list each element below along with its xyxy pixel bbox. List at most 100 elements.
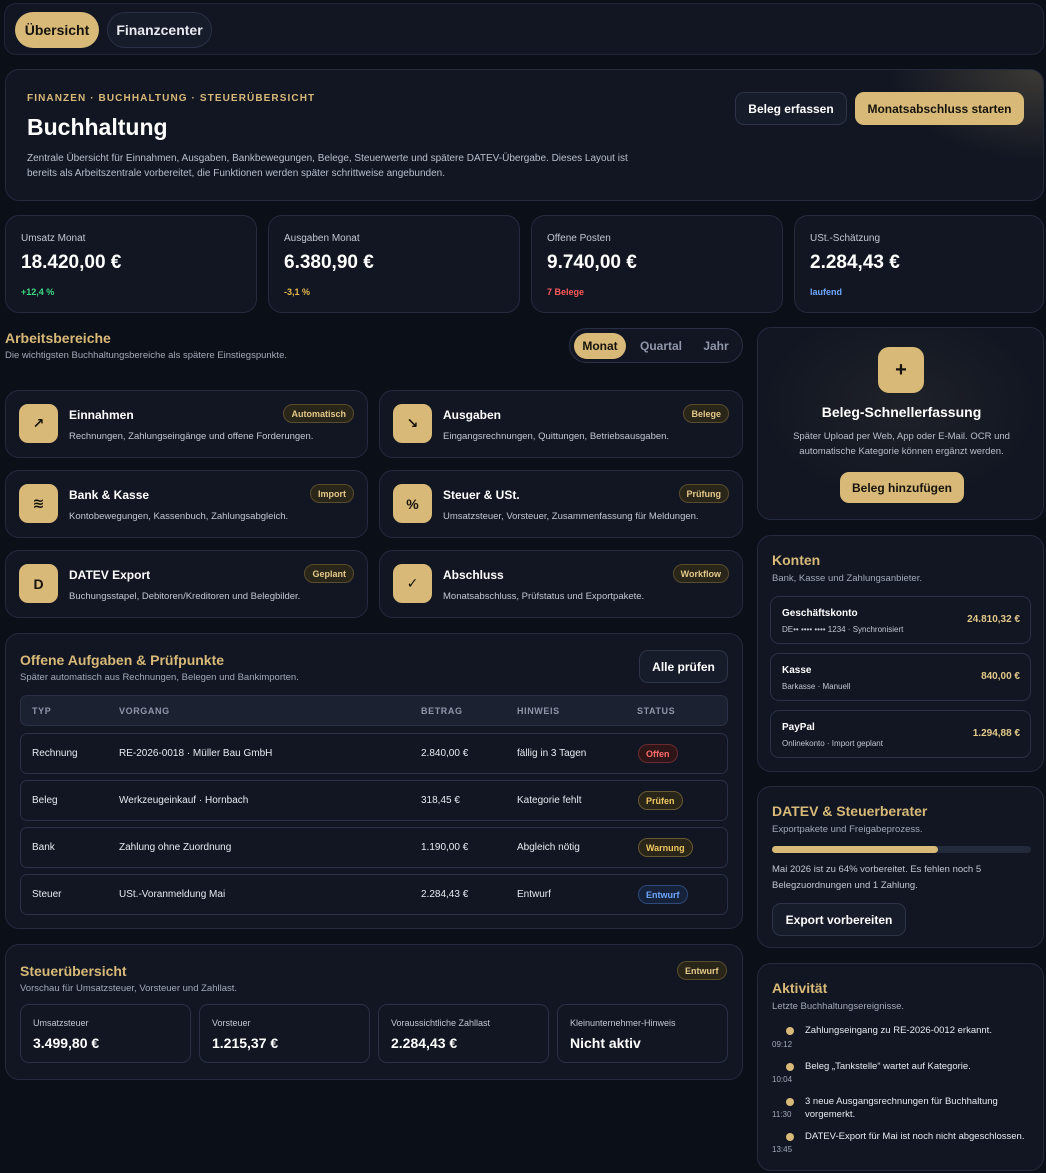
table-row[interactable]: Beleg Werkzeugeinkauf · Hornbach 318,45 … bbox=[20, 780, 728, 821]
kpi-label: Offene Posten bbox=[547, 233, 611, 244]
datev-icon: D bbox=[19, 564, 58, 603]
account-balance: 1.294,88 € bbox=[972, 728, 1020, 739]
area-description: Umsatzsteuer, Vorsteuer, Zusammenfassung… bbox=[443, 511, 699, 522]
status-badge: Warnung bbox=[638, 838, 693, 857]
column-header: HINWEIS bbox=[517, 706, 560, 716]
check-icon: ✓ bbox=[393, 564, 432, 603]
tax-value: 2.284,43 € bbox=[391, 1035, 458, 1051]
trend-down-icon: ↘ bbox=[393, 404, 432, 443]
timeline-dot-icon bbox=[786, 1098, 794, 1106]
tax-box-input-tax: Vorsteuer 1.215,37 € bbox=[199, 1004, 370, 1063]
area-card-income[interactable]: ↗ Einnahmen Rechnungen, Zahlungseingänge… bbox=[5, 390, 368, 458]
kpi-label: Umsatz Monat bbox=[21, 233, 86, 244]
area-card-closing[interactable]: ✓ Abschluss Monatsabschluss, Prüfstatus … bbox=[379, 550, 743, 618]
tab-uebersicht[interactable]: Übersicht bbox=[15, 12, 99, 48]
area-badge: Workflow bbox=[672, 564, 729, 583]
status-badge: Entwurf bbox=[638, 885, 688, 904]
table-row[interactable]: Rechnung RE-2026-0018 · Müller Bau GmbH … bbox=[20, 733, 728, 774]
hero-panel: FINANZEN · BUCHHALTUNG · STEUERÜBERSICHT… bbox=[5, 69, 1044, 201]
area-title: Ausgaben bbox=[443, 408, 502, 422]
datev-panel: DATEV & Steuerberater Exportpakete und F… bbox=[757, 786, 1044, 948]
cell-type: Bank bbox=[32, 842, 55, 853]
area-title: DATEV Export bbox=[69, 568, 151, 582]
cell-amount: 2.284,43 € bbox=[421, 889, 469, 900]
area-description: Monatsabschluss, Prüfstatus und Exportpa… bbox=[443, 591, 645, 602]
account-balance: 24.810,32 € bbox=[967, 614, 1020, 625]
activity-text: DATEV-Export für Mai ist noch nicht abge… bbox=[805, 1131, 1025, 1142]
cell-process: Zahlung ohne Zuordnung bbox=[119, 842, 232, 853]
add-receipt-button[interactable]: Beleg hinzufügen bbox=[840, 472, 964, 503]
area-badge: Belege bbox=[683, 404, 729, 423]
tax-box-small-business: Kleinunternehmer-Hinweis Nicht aktiv bbox=[557, 1004, 728, 1063]
area-card-datev[interactable]: D DATEV Export Buchungsstapel, Debitoren… bbox=[5, 550, 368, 618]
prepare-export-button[interactable]: Export vorbereiten bbox=[772, 903, 906, 936]
accounts-title: Konten bbox=[772, 552, 821, 568]
breadcrumb: FINANZEN · BUCHHALTUNG · STEUERÜBERSICHT bbox=[27, 93, 316, 104]
period-month[interactable]: Monat bbox=[574, 333, 626, 359]
account-name: PayPal bbox=[782, 722, 815, 733]
capture-receipt-button[interactable]: Beleg erfassen bbox=[735, 92, 847, 125]
period-switcher: Monat Quartal Jahr bbox=[569, 328, 743, 363]
area-title: Bank & Kasse bbox=[69, 488, 150, 502]
kpi-value: 2.284,43 € bbox=[810, 252, 900, 273]
area-card-bank[interactable]: ≋ Bank & Kasse Kontobewegungen, Kassenbu… bbox=[5, 470, 368, 538]
tasks-title: Offene Aufgaben & Prüfpunkte bbox=[20, 652, 225, 668]
account-meta: Onlinekonto · Import geplant bbox=[782, 739, 883, 748]
activity-subtitle: Letzte Buchhaltungsereignisse. bbox=[772, 1001, 905, 1012]
account-item-business[interactable]: Geschäftskonto DE•• •••• •••• 1234 · Syn… bbox=[770, 596, 1031, 644]
kpi-card-vat-estimate: USt.-Schätzung 2.284,43 € laufend bbox=[794, 215, 1044, 313]
area-card-tax[interactable]: % Steuer & USt. Umsatzsteuer, Vorsteuer,… bbox=[379, 470, 743, 538]
area-title: Abschluss bbox=[443, 568, 504, 582]
column-header: STATUS bbox=[637, 706, 676, 716]
tax-label: Kleinunternehmer-Hinweis bbox=[570, 1018, 676, 1028]
quick-capture-description: Später Upload per Web, App oder E-Mail. … bbox=[793, 431, 1010, 457]
top-tab-bar: Übersicht Finanzcenter bbox=[4, 3, 1044, 55]
datev-title: DATEV & Steuerberater bbox=[772, 803, 928, 819]
timeline-dot-icon bbox=[786, 1133, 794, 1141]
page-title: Buchhaltung bbox=[27, 114, 168, 140]
kpi-change: 7 Belege bbox=[547, 287, 585, 297]
kpi-change: +12,4 % bbox=[21, 287, 55, 297]
area-card-expenses[interactable]: ↘ Ausgaben Eingangsrechnungen, Quittunge… bbox=[379, 390, 743, 458]
tax-value: 3.499,80 € bbox=[33, 1035, 100, 1051]
tab-finanzcenter[interactable]: Finanzcenter bbox=[107, 12, 212, 48]
account-name: Kasse bbox=[782, 665, 812, 676]
table-header: TYP VORGANG BETRAG HINWEIS STATUS bbox=[20, 695, 728, 726]
tax-panel: Steuerübersicht Vorschau für Umsatzsteue… bbox=[5, 944, 743, 1080]
accounts-subtitle: Bank, Kasse und Zahlungsanbieter. bbox=[772, 573, 922, 584]
cell-amount: 318,45 € bbox=[421, 795, 460, 806]
percent-icon: % bbox=[393, 484, 432, 523]
tax-status-badge: Entwurf bbox=[677, 961, 727, 980]
waves-icon: ≋ bbox=[19, 484, 58, 523]
kpi-change: -3,1 % bbox=[284, 287, 311, 297]
period-year[interactable]: Jahr bbox=[696, 333, 736, 359]
cell-note: Abgleich nötig bbox=[517, 842, 580, 853]
table-row[interactable]: Steuer USt.-Voranmeldung Mai 2.284,43 € … bbox=[20, 874, 728, 915]
activity-title: Aktivität bbox=[772, 980, 828, 996]
start-month-close-button[interactable]: Monatsabschluss starten bbox=[855, 92, 1024, 125]
account-meta: DE•• •••• •••• 1234 · Synchronisiert bbox=[782, 625, 904, 634]
cell-type: Steuer bbox=[32, 889, 62, 900]
cell-process: USt.-Voranmeldung Mai bbox=[119, 889, 226, 900]
cell-note: Entwurf bbox=[517, 889, 551, 900]
areas-title: Arbeitsbereiche bbox=[5, 330, 111, 346]
kpi-card-expenses: Ausgaben Monat 6.380,90 € -3,1 % bbox=[268, 215, 520, 313]
period-quarter[interactable]: Quartal bbox=[633, 333, 689, 359]
trend-up-icon: ↗ bbox=[19, 404, 58, 443]
timeline-dot-icon bbox=[786, 1027, 794, 1035]
timeline-dot-icon bbox=[786, 1063, 794, 1071]
quick-capture-panel: + Beleg-Schnellerfassung Später Upload p… bbox=[757, 327, 1044, 520]
account-item-cash[interactable]: Kasse Barkasse · Manuell 840,00 € bbox=[770, 653, 1031, 701]
table-row[interactable]: Bank Zahlung ohne Zuordnung 1.190,00 € A… bbox=[20, 827, 728, 868]
page-description: Zentrale Übersicht für Einnahmen, Ausgab… bbox=[27, 153, 628, 179]
activity-text: Beleg „Tankstelle“ wartet auf Kategorie. bbox=[805, 1061, 971, 1072]
account-item-paypal[interactable]: PayPal Onlinekonto · Import geplant 1.29… bbox=[770, 710, 1031, 758]
activity-text: Zahlungseingang zu RE-2026-0012 erkannt. bbox=[805, 1025, 992, 1036]
kpi-value: 9.740,00 € bbox=[547, 252, 637, 273]
tax-box-vat: Umsatzsteuer 3.499,80 € bbox=[20, 1004, 191, 1063]
kpi-label: USt.-Schätzung bbox=[810, 233, 881, 244]
datev-progress-bar bbox=[772, 846, 1031, 853]
kpi-value: 18.420,00 € bbox=[21, 252, 122, 273]
kpi-change: laufend bbox=[810, 287, 843, 297]
check-all-button[interactable]: Alle prüfen bbox=[639, 650, 728, 683]
